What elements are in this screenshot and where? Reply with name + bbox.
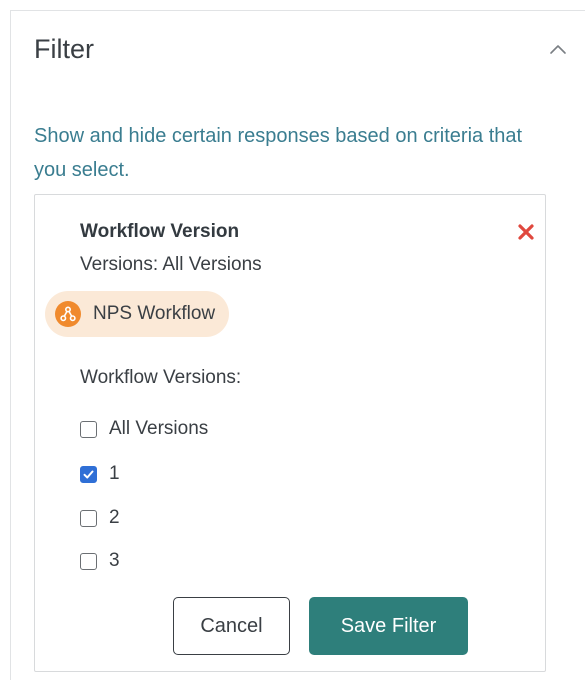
filter-card-title: Workflow Version [80, 221, 240, 242]
chevron-up-icon [550, 45, 566, 54]
filter-card-subtitle: Versions: All Versions [80, 254, 262, 275]
filter-panel: Filter Show and hide certain responses b… [10, 10, 585, 680]
panel-title: Filter [34, 34, 94, 64]
checkbox[interactable] [80, 420, 97, 438]
workflow-pill-label: NPS Workflow [93, 303, 216, 324]
save-filter-button[interactable]: Save Filter [309, 597, 468, 655]
checkbox-checked[interactable] [80, 465, 97, 483]
cancel-button[interactable]: Cancel [173, 597, 290, 655]
remove-filter-button[interactable] [516, 222, 536, 242]
option-version-1[interactable]: 1 [80, 463, 120, 485]
close-icon [518, 224, 534, 240]
checkbox[interactable] [80, 509, 97, 527]
option-label: All Versions [109, 418, 209, 439]
option-all-versions[interactable]: All Versions [80, 418, 208, 440]
option-label: 2 [109, 507, 120, 528]
option-version-3[interactable]: 3 [80, 550, 120, 572]
option-label: 3 [109, 550, 120, 571]
filter-description: Show and hide certain responses based on… [34, 125, 523, 181]
checkmark-icon [83, 470, 94, 478]
workflow-pill[interactable]: NPS Workflow [45, 291, 230, 337]
option-version-2[interactable]: 2 [80, 507, 120, 529]
option-label: 1 [109, 463, 120, 484]
workflow-versions-label: Workflow Versions: [80, 367, 242, 388]
checkbox[interactable] [80, 552, 97, 570]
filter-card: Workflow Version Versions: All Versions … [34, 194, 546, 672]
workflow-icon [55, 301, 81, 327]
collapse-button[interactable] [547, 41, 569, 57]
